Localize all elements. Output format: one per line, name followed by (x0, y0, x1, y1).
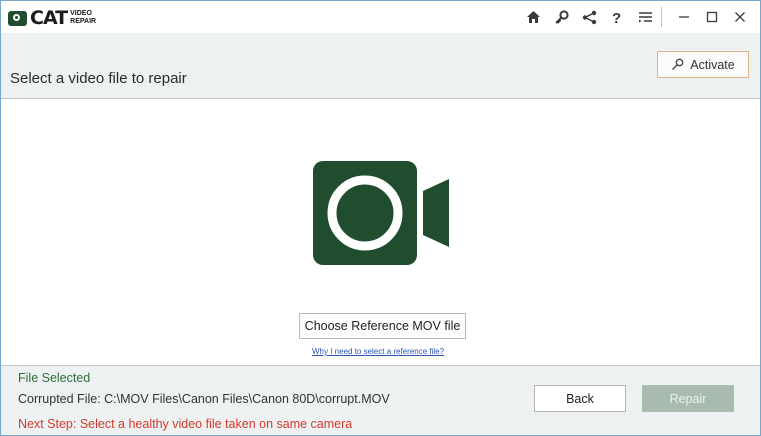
page-title: Select a video file to repair (10, 70, 187, 87)
video-camera-icon (313, 161, 453, 265)
repair-button[interactable]: Repair (642, 385, 734, 412)
app-window: CAT VIDEO REPAIR ? Select a video file t… (0, 0, 761, 436)
logo-text: CAT (30, 7, 68, 29)
title-bar: CAT VIDEO REPAIR ? (1, 1, 760, 33)
window-toolbar: ? (519, 5, 754, 29)
status-panel: File Selected Corrupted File: C:\MOV Fil… (1, 365, 760, 435)
close-icon[interactable] (726, 5, 754, 29)
corrupted-file-path: Corrupted File: C:\MOV Files\Canon Files… (18, 392, 390, 406)
toolbar-divider (661, 7, 662, 27)
help-icon[interactable]: ? (603, 5, 631, 29)
share-icon[interactable] (575, 5, 603, 29)
maximize-icon[interactable] (698, 5, 726, 29)
key-icon (672, 58, 684, 70)
app-logo: CAT VIDEO REPAIR (8, 7, 96, 29)
reference-help-link[interactable]: Why I need to select a reference file? (312, 347, 444, 356)
minimize-icon[interactable] (670, 5, 698, 29)
svg-text:?: ? (612, 10, 621, 25)
home-icon[interactable] (519, 5, 547, 29)
camera-logo-icon (8, 10, 27, 26)
file-selected-status: File Selected (18, 371, 91, 385)
next-step-message: Next Step: Select a healthy video file t… (18, 417, 353, 431)
choose-reference-file-button[interactable]: Choose Reference MOV file (299, 313, 466, 339)
activate-button[interactable]: Activate (657, 51, 749, 78)
menu-icon[interactable] (631, 5, 659, 29)
logo-subtext: VIDEO REPAIR (70, 10, 97, 25)
page-header: Select a video file to repair Activate (1, 33, 760, 99)
back-button[interactable]: Back (534, 385, 626, 412)
key-icon[interactable] (547, 5, 575, 29)
main-content: Choose Reference MOV file Why I need to … (1, 99, 760, 365)
activate-label: Activate (690, 57, 735, 72)
